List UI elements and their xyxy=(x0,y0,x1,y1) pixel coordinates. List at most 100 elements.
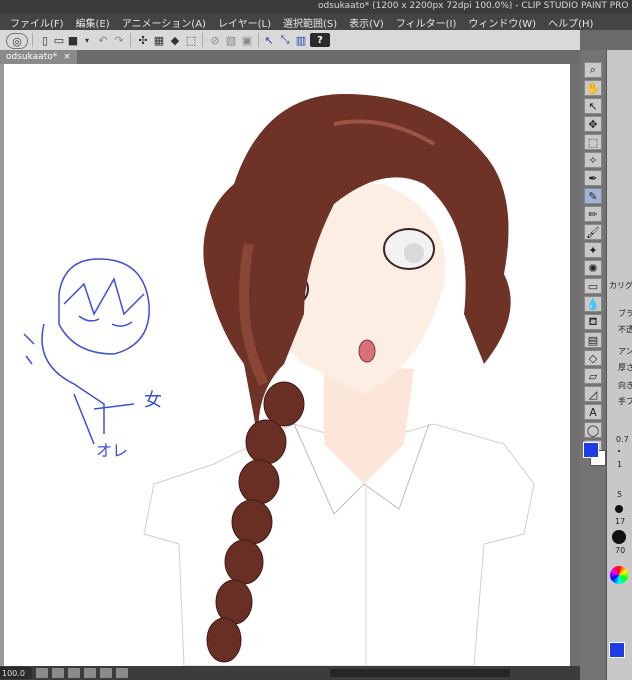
undo-icon[interactable]: ↶ xyxy=(96,33,110,47)
menu-help[interactable]: ヘルプ(H) xyxy=(542,15,599,30)
right-iris xyxy=(404,243,424,263)
help-button[interactable]: ? xyxy=(310,33,330,47)
menu-window[interactable]: ウィンドウ(W) xyxy=(462,15,542,30)
window-title: odsukaato* (1200 x 2200px 72dpi 100.0%) … xyxy=(318,1,629,11)
snap-grid-icon[interactable]: ▥ xyxy=(294,33,308,47)
menu-view[interactable]: 表示(V) xyxy=(343,15,390,30)
menu-edit[interactable]: 編集(E) xyxy=(70,15,116,30)
thickness-label: 厚さ xyxy=(618,363,632,372)
artwork: 女 オレ xyxy=(23,94,535,666)
zoom-tool-icon[interactable]: ⌕ xyxy=(584,62,602,78)
clear-icon[interactable]: ✣ xyxy=(136,33,150,47)
canvas-area: 女 オレ xyxy=(0,64,570,666)
zoom-out-icon[interactable] xyxy=(36,668,48,678)
main-color-swatch[interactable] xyxy=(583,442,599,458)
close-icon[interactable]: × xyxy=(63,52,71,62)
document-tab[interactable]: odsukaato* × xyxy=(0,50,77,64)
zoom-in-icon[interactable] xyxy=(52,668,64,678)
menu-layer[interactable]: レイヤー(L) xyxy=(212,15,277,30)
decoration-tool-icon[interactable]: ✺ xyxy=(584,260,602,276)
invert-selection-icon[interactable]: ▨ xyxy=(224,33,238,47)
ruler-tool-icon[interactable]: ◿ xyxy=(584,386,602,402)
color-wheel-icon[interactable] xyxy=(610,566,628,584)
text-tool-icon[interactable]: A xyxy=(584,404,602,420)
blend-tool-icon[interactable]: 💧 xyxy=(584,296,602,312)
fit-icon[interactable] xyxy=(68,668,80,678)
brush-dot[interactable] xyxy=(615,505,623,513)
menu-bar: ファイル(F) 編集(E) アニメーション(A) レイヤー(L) 選択範囲(S)… xyxy=(0,14,632,30)
separator xyxy=(202,33,203,47)
show-selection-icon[interactable]: ▣ xyxy=(240,33,254,47)
horizontal-scrollbar[interactable] xyxy=(330,669,510,677)
document-tab-bar: odsukaato* × xyxy=(0,50,580,64)
scale-icon[interactable]: ⬚ xyxy=(184,33,198,47)
rotate-left-icon[interactable] xyxy=(84,668,96,678)
save-icon[interactable]: ■ xyxy=(66,33,80,47)
figure-tool-icon[interactable]: ◇ xyxy=(584,350,602,366)
selection-tool-icon[interactable]: ⬚ xyxy=(584,134,602,150)
menu-filter[interactable]: フィルター(I) xyxy=(390,15,463,30)
fill-icon[interactable]: ▦ xyxy=(152,33,166,47)
vertical-scrollbar[interactable] xyxy=(570,64,580,666)
separator xyxy=(32,33,33,47)
shirt xyxy=(143,423,535,666)
separator xyxy=(130,33,131,47)
rotate-right-icon[interactable] xyxy=(100,668,112,678)
transform-icon[interactable]: ◆ xyxy=(168,33,182,47)
brush-size-preset[interactable]: 5 xyxy=(617,490,622,499)
anti-alias-label: アン xyxy=(618,347,632,356)
status-bar: 100.0 xyxy=(0,666,580,680)
auto-select-tool-icon[interactable]: ✧ xyxy=(584,152,602,168)
menu-selection[interactable]: 選択範囲(S) xyxy=(277,15,343,30)
move-tool-icon[interactable]: ✋ xyxy=(584,80,602,96)
layer-move-tool-icon[interactable]: ✥ xyxy=(584,116,602,132)
sub-tool-label: カリグラフ xyxy=(609,281,632,290)
open-file-icon[interactable]: ▭ xyxy=(52,33,66,47)
menu-file[interactable]: ファイル(F) xyxy=(0,15,70,30)
redo-icon[interactable]: ↷ xyxy=(112,33,126,47)
blue-sketch xyxy=(23,258,150,445)
deselect-icon[interactable]: ⊘ xyxy=(208,33,222,47)
canvas[interactable]: 女 オレ xyxy=(4,64,570,666)
flip-icon[interactable] xyxy=(116,668,128,678)
clip-studio-icon[interactable]: ◎ xyxy=(6,33,28,49)
menu-animation[interactable]: アニメーション(A) xyxy=(116,15,212,30)
brush-size-preset[interactable]: 70 xyxy=(615,546,625,555)
document-tab-label: odsukaato* xyxy=(6,52,58,62)
balloon-tool-icon[interactable]: ◯ xyxy=(584,422,602,438)
snap-ruler-icon[interactable]: ↖ xyxy=(262,33,276,47)
fill-tool-icon[interactable]: ⛾ xyxy=(584,314,602,330)
brush-size-preset[interactable]: 17 xyxy=(615,517,625,526)
sketch-label-1: 女 xyxy=(144,390,162,411)
eyedropper-tool-icon[interactable]: ✒ xyxy=(584,170,602,186)
app-window: odsukaato* (1200 x 2200px 72dpi 100.0%) … xyxy=(0,0,632,680)
brush-dot[interactable] xyxy=(612,530,626,544)
command-bar: ◎ ▯ ▭ ■ ▾ ↶ ↷ ✣ ▦ ◆ ⬚ ⊘ ▨ ▣ ↖ ⤡ ▥ ? xyxy=(0,30,632,51)
chevron-down-icon[interactable]: ▾ xyxy=(80,33,94,47)
eraser-tool-icon[interactable]: ▭ xyxy=(584,278,602,294)
brush-size-preset[interactable]: 1 xyxy=(617,460,622,469)
brush-tool-icon[interactable]: 🖌 xyxy=(584,224,602,240)
mouth xyxy=(358,339,376,363)
brush-dot[interactable] xyxy=(618,450,620,452)
sub-tool-panel: カリグラフ ブラシ 不透 アン 厚さ 向き 手ブ 0.7 1 5 17 70 xyxy=(607,50,632,680)
sketch-label-2: オレ xyxy=(96,441,128,460)
direction-label: 向き xyxy=(618,381,632,390)
operation-tool-icon[interactable]: ↖ xyxy=(584,98,602,114)
brush-size-preset[interactable]: 0.7 xyxy=(616,435,629,444)
opacity-label: 不透 xyxy=(618,325,632,334)
snap-ruler-2-icon[interactable]: ⤡ xyxy=(278,33,292,47)
brush-size-label: ブラシ xyxy=(618,309,632,318)
pen-tool-icon[interactable]: ✎ xyxy=(584,188,602,204)
separator xyxy=(258,33,259,47)
zoom-level[interactable]: 100.0 xyxy=(0,667,32,679)
stabilization-label: 手ブ xyxy=(618,397,632,406)
color-swatch-secondary[interactable] xyxy=(609,642,625,658)
airbrush-tool-icon[interactable]: ✦ xyxy=(584,242,602,258)
new-file-icon[interactable]: ▯ xyxy=(38,33,52,47)
pencil-tool-icon[interactable]: ✏ xyxy=(584,206,602,222)
frame-tool-icon[interactable]: ▱ xyxy=(584,368,602,384)
tool-palette: ⌕ ✋ ↖ ✥ ⬚ ✧ ✒ ✎ ✏ 🖌 ✦ ✺ ▭ 💧 ⛾ ▤ ◇ ▱ ◿ A … xyxy=(580,50,607,680)
gradient-tool-icon[interactable]: ▤ xyxy=(584,332,602,348)
title-bar: odsukaato* (1200 x 2200px 72dpi 100.0%) … xyxy=(0,0,632,14)
